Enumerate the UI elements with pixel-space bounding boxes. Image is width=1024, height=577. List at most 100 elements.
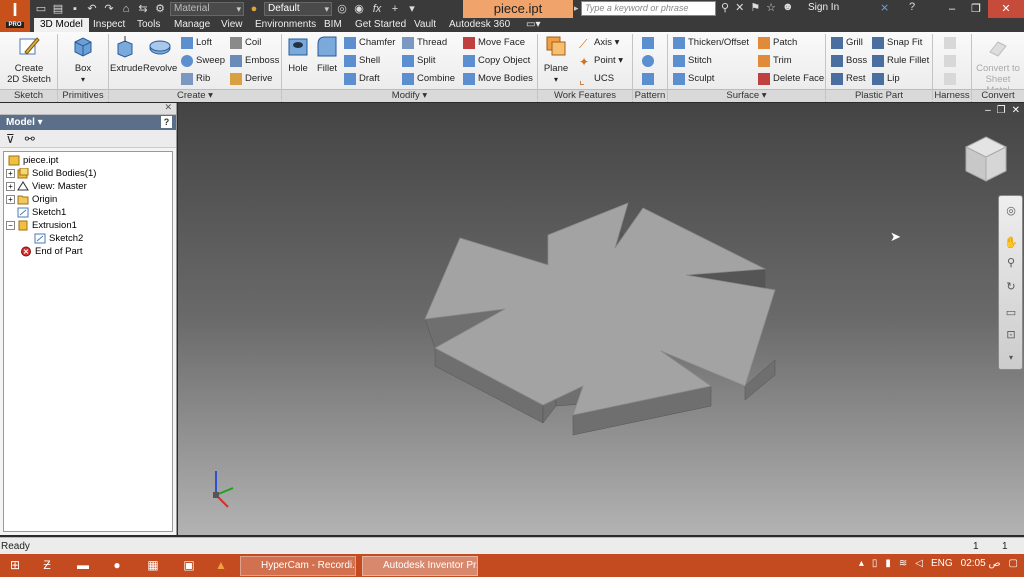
- steering-wheel-icon[interactable]: ◎: [1004, 204, 1018, 218]
- derive-button[interactable]: Derive: [230, 72, 272, 86]
- tree-node-sketch2[interactable]: Sketch2: [34, 232, 83, 245]
- minimize-icon[interactable]: –: [940, 0, 964, 18]
- sculpt-button[interactable]: Sculpt: [673, 72, 714, 86]
- view-face-icon[interactable]: ⊡: [1004, 328, 1018, 342]
- split-button[interactable]: Split: [402, 54, 435, 68]
- tree-node-solid-bodies[interactable]: + Solid Bodies(1): [6, 167, 96, 180]
- tree-node-origin[interactable]: + Origin: [6, 193, 57, 206]
- parameters-icon[interactable]: fx: [369, 2, 385, 16]
- firefox-icon[interactable]: ●: [108, 557, 126, 574]
- tab-vault[interactable]: Vault: [408, 18, 442, 32]
- adjust-icon[interactable]: ◉: [352, 2, 366, 16]
- file-explorer-icon[interactable]: ▬: [74, 557, 92, 574]
- vlc-icon[interactable]: ▲: [212, 557, 230, 574]
- harness-tool-3[interactable]: [944, 72, 959, 86]
- tree-node-part[interactable]: piece.ipt: [8, 154, 58, 167]
- taskbar-hypercam[interactable]: HyperCam - Recordi...: [240, 556, 356, 576]
- panel-surface[interactable]: Surface ▾: [668, 89, 825, 102]
- tab-view[interactable]: View: [215, 18, 249, 32]
- close-icon[interactable]: ✕: [988, 0, 1024, 18]
- expand-icon[interactable]: +: [6, 169, 15, 178]
- thicken-offset-button[interactable]: Thicken/Offset: [673, 36, 749, 50]
- help-icon[interactable]: ?: [161, 116, 172, 128]
- tab-environments[interactable]: Environments: [249, 18, 322, 32]
- extrude-button[interactable]: Extrude: [110, 34, 143, 74]
- lip-button[interactable]: Lip: [872, 72, 900, 86]
- expand-icon[interactable]: +: [6, 182, 15, 191]
- restore-icon[interactable]: ❐: [964, 0, 988, 18]
- move-face-button[interactable]: Move Face: [463, 36, 525, 50]
- expand-icon[interactable]: +: [6, 195, 15, 204]
- tools-icon[interactable]: ✕: [735, 1, 744, 14]
- zoom-icon[interactable]: ⚲: [1004, 256, 1018, 270]
- search-input[interactable]: Type a keyword or phrase: [581, 1, 716, 16]
- collapse-icon[interactable]: −: [6, 221, 15, 230]
- emboss-button[interactable]: Emboss: [230, 54, 279, 68]
- sweep-button[interactable]: Sweep: [181, 54, 225, 68]
- redo-icon[interactable]: ↷: [102, 2, 116, 16]
- communication-center-icon[interactable]: ⚑: [750, 1, 760, 14]
- box-button[interactable]: Box ▾: [64, 34, 102, 85]
- boss-button[interactable]: Boss: [831, 54, 867, 68]
- thread-button[interactable]: Thread: [402, 36, 447, 50]
- patch-button[interactable]: Patch: [758, 36, 797, 50]
- ribbon-minimize-icon[interactable]: ▭▾: [520, 18, 546, 32]
- look-at-icon[interactable]: ▭: [1004, 306, 1018, 320]
- qat-customize-icon[interactable]: ▾: [405, 2, 419, 16]
- add-icon[interactable]: +: [388, 2, 402, 16]
- network-icon[interactable]: ≋: [899, 558, 907, 569]
- chevron-right-icon[interactable]: ▸: [574, 3, 579, 14]
- viewcube-icon[interactable]: [962, 133, 1010, 185]
- binoculars-icon[interactable]: ⚲: [721, 1, 729, 14]
- tab-inspect[interactable]: Inspect: [87, 18, 131, 32]
- return-icon[interactable]: ⇆: [136, 2, 150, 16]
- appearance-icon[interactable]: ●: [247, 2, 261, 16]
- application-menu-button[interactable]: I PRO: [0, 0, 30, 32]
- winrar-icon[interactable]: ▦: [144, 557, 162, 574]
- undo-icon[interactable]: ↶: [85, 2, 99, 16]
- 3d-model-part[interactable]: [178, 103, 1024, 535]
- circular-pattern-button[interactable]: [642, 54, 657, 68]
- help-icon[interactable]: ?: [909, 1, 915, 13]
- point-button[interactable]: ✦ Point ▾: [579, 54, 623, 69]
- binoculars-icon[interactable]: ⚯: [25, 132, 35, 146]
- panel-modify[interactable]: Modify ▾: [282, 89, 537, 102]
- chevron-down-icon[interactable]: ▾: [1004, 351, 1018, 365]
- new-file-icon[interactable]: ▭: [34, 2, 48, 16]
- material-dropdown[interactable]: Material: [170, 2, 244, 16]
- clear-appearance-icon[interactable]: ◎: [335, 2, 349, 16]
- app-icon[interactable]: ▣: [180, 557, 198, 574]
- coil-button[interactable]: Coil: [230, 36, 261, 50]
- pan-icon[interactable]: ✋: [1004, 236, 1018, 250]
- fillet-button[interactable]: Fillet: [313, 34, 341, 74]
- ucs-button[interactable]: ⌞ UCS: [579, 72, 614, 87]
- mirror-button[interactable]: [642, 72, 657, 86]
- loft-button[interactable]: Loft: [181, 36, 212, 50]
- draft-button[interactable]: Draft: [344, 72, 380, 86]
- rectangular-pattern-button[interactable]: [642, 36, 657, 50]
- shell-button[interactable]: Shell: [344, 54, 380, 68]
- rule-fillet-button[interactable]: Rule Fillet: [872, 54, 929, 68]
- move-bodies-button[interactable]: Move Bodies: [463, 72, 533, 86]
- panel-create[interactable]: Create ▾: [109, 89, 281, 102]
- browser-header[interactable]: Model ▾ ?: [0, 115, 176, 130]
- user-icon[interactable]: ☻: [782, 1, 794, 14]
- plane-button[interactable]: Plane ▾: [542, 34, 570, 85]
- sign-in-link[interactable]: Sign In: [808, 2, 839, 13]
- tab-tools[interactable]: Tools: [131, 18, 166, 32]
- taskbar-autodesk-inventor[interactable]: Autodesk Inventor Pr...: [362, 556, 478, 576]
- grill-button[interactable]: Grill: [831, 36, 863, 50]
- open-file-icon[interactable]: ▤: [51, 2, 65, 16]
- close-icon[interactable]: ✕: [164, 102, 172, 113]
- tab-3d-model[interactable]: 3D Model: [34, 18, 89, 32]
- create-2d-sketch-button[interactable]: Create 2D Sketch: [6, 34, 52, 85]
- update-icon[interactable]: ⚙: [153, 2, 167, 16]
- chamfer-button[interactable]: Chamfer: [344, 36, 395, 50]
- language-indicator[interactable]: ENG: [931, 558, 953, 569]
- delete-face-button[interactable]: Delete Face: [758, 72, 824, 86]
- graphics-viewport[interactable]: – ❐ ✕ ◎ ✋ ⚲ ↻ ▭ ⊡ ▾ ➤: [178, 103, 1024, 535]
- filezilla-icon[interactable]: Ƶ: [38, 557, 56, 574]
- clock[interactable]: 02:05 ص: [961, 558, 1001, 569]
- hole-button[interactable]: Hole: [285, 34, 311, 74]
- axis-button[interactable]: ⟋ Axis ▾: [579, 36, 619, 51]
